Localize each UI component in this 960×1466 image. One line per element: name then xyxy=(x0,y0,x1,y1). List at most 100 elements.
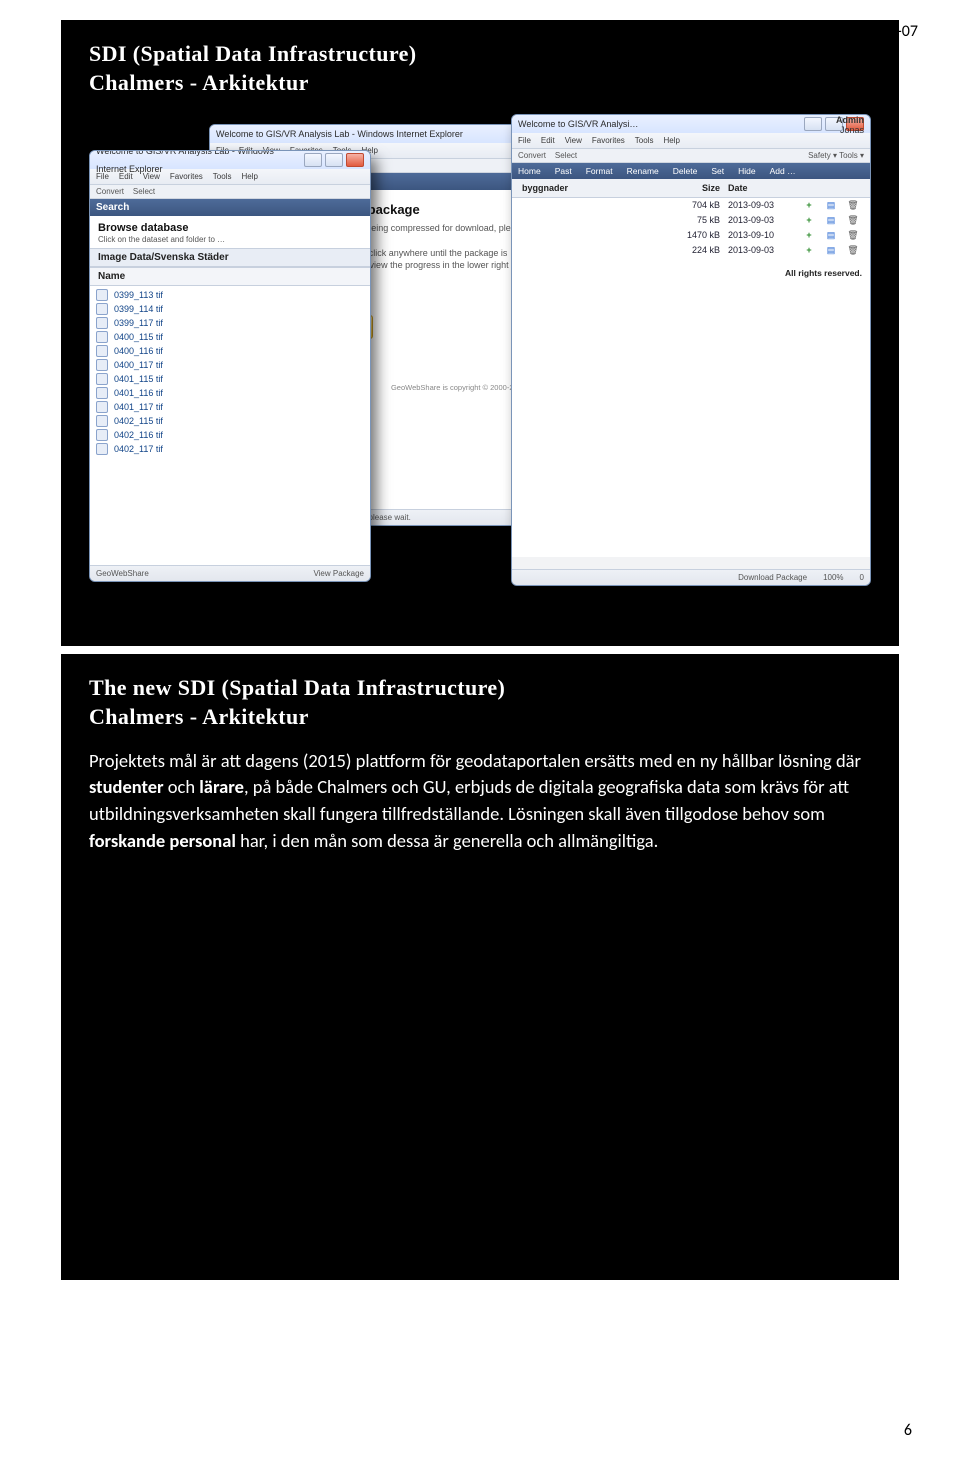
view-package-button[interactable]: View Package xyxy=(313,569,364,578)
download-package-button[interactable]: Download Package xyxy=(738,573,807,582)
file-icon xyxy=(96,429,108,441)
trash-icon[interactable]: 🗑 xyxy=(842,229,864,242)
strip-past[interactable]: Past xyxy=(555,166,572,176)
doc-icon[interactable]: ▤ xyxy=(820,229,842,242)
trash-icon[interactable]: 🗑 xyxy=(842,199,864,212)
menu-tools[interactable]: Tools xyxy=(213,172,232,181)
trash-icon[interactable]: 🗑 xyxy=(842,214,864,227)
list-item[interactable]: 0401_117 tif xyxy=(96,400,364,414)
column-name-header: Name xyxy=(90,267,370,286)
file-icon xyxy=(96,401,108,413)
slide-2: The new SDI (Spatial Data Infrastructure… xyxy=(61,654,899,1280)
zoom-level[interactable]: 100% xyxy=(823,573,843,582)
select-button[interactable]: Select xyxy=(555,151,577,160)
maximize-icon[interactable] xyxy=(325,153,343,167)
table-header: byggnader Size Date xyxy=(512,179,870,198)
convert-button[interactable]: Convert xyxy=(96,187,124,196)
convert-button[interactable]: Convert xyxy=(518,151,546,160)
count-badge: 0 xyxy=(860,573,864,582)
col-date: Date xyxy=(724,182,798,194)
ie-toolbar2: Convert Select xyxy=(90,185,370,199)
list-item[interactable]: 0400_116 tif xyxy=(96,344,364,358)
table-row[interactable]: 75 kB 2013-09-03 + ▤ 🗑 xyxy=(512,213,870,228)
file-icon xyxy=(96,415,108,427)
browse-heading: Browse database xyxy=(90,216,370,235)
slide2-title: The new SDI (Spatial Data Infrastructure… xyxy=(89,674,871,702)
file-icon xyxy=(96,289,108,301)
tab-title[interactable]: Welcome to GIS/VR Analysi… xyxy=(518,115,638,133)
ie-menubar: File Edit View Favorites Tools Help xyxy=(512,133,870,149)
minimize-icon[interactable] xyxy=(804,117,822,131)
browse-subtext: Click on the dataset and folder to … xyxy=(90,235,370,248)
minimize-icon[interactable] xyxy=(304,153,322,167)
strip-set[interactable]: Set xyxy=(711,166,724,176)
strip-delete[interactable]: Delete xyxy=(673,166,698,176)
doc-icon[interactable]: ▤ xyxy=(820,214,842,227)
slide1-title: SDI (Spatial Data Infrastructure) xyxy=(89,40,871,68)
close-icon[interactable] xyxy=(346,153,364,167)
strip-add[interactable]: Add … xyxy=(770,166,796,176)
ie-menubar: File Edit View Favorites Tools Help xyxy=(90,169,370,185)
file-icon xyxy=(96,317,108,329)
doc-icon[interactable]: ▤ xyxy=(820,244,842,257)
trash-icon[interactable]: 🗑 xyxy=(842,244,864,257)
slide2-body: Projektets mål är att dagens (2015) plat… xyxy=(89,748,869,855)
footer-geowebshare: GeoWebShare xyxy=(96,569,149,578)
strip-format[interactable]: Format xyxy=(586,166,613,176)
menu-edit[interactable]: Edit xyxy=(119,172,133,181)
menu-favorites[interactable]: Favorites xyxy=(592,136,625,145)
screenshot-area: Welcome to GIS/VR Analysis Lab - Windows… xyxy=(89,114,871,614)
browse-window: Welcome to GIS/VR Analysis Lab - Windows… xyxy=(89,150,371,582)
list-item[interactable]: 0399_113 tif xyxy=(96,288,364,302)
slide1-subtitle: Chalmers - Arkitektur xyxy=(89,70,871,96)
file-list: 0399_113 tif 0399_114 tif 0399_117 tif 0… xyxy=(90,286,370,456)
page-number: 6 xyxy=(904,1421,912,1440)
list-item[interactable]: 0400_115 tif xyxy=(96,330,364,344)
add-icon[interactable]: + xyxy=(798,244,820,256)
file-icon xyxy=(96,443,108,455)
strip-rename[interactable]: Rename xyxy=(627,166,659,176)
safety-tools[interactable]: Safety ▾ Tools ▾ xyxy=(808,151,864,160)
menu-view[interactable]: View xyxy=(143,172,160,181)
add-icon[interactable]: + xyxy=(798,214,820,226)
category-heading: Image Data/Svenska Städer xyxy=(90,248,370,267)
list-item[interactable]: 0401_115 tif xyxy=(96,372,364,386)
table-row[interactable]: 704 kB 2013-09-03 + ▤ 🗑 xyxy=(512,198,870,213)
menu-edit[interactable]: Edit xyxy=(541,136,555,145)
ie-window-title: Welcome to GIS/VR Analysis Lab - Windows… xyxy=(216,125,463,143)
file-icon xyxy=(96,345,108,357)
list-item[interactable]: 0400_117 tif xyxy=(96,358,364,372)
file-icon xyxy=(96,387,108,399)
list-item[interactable]: 0399_117 tif xyxy=(96,316,364,330)
list-item[interactable]: 0402_117 tif xyxy=(96,442,364,456)
file-icon xyxy=(96,331,108,343)
select-button[interactable]: Select xyxy=(133,187,155,196)
doc-icon[interactable]: ▤ xyxy=(820,199,842,212)
strip-home[interactable]: Home xyxy=(518,166,541,176)
menu-favorites[interactable]: Favorites xyxy=(170,172,203,181)
list-item[interactable]: 0402_116 tif xyxy=(96,428,364,442)
menu-view[interactable]: View xyxy=(565,136,582,145)
menu-tools[interactable]: Tools xyxy=(635,136,654,145)
list-item[interactable]: 0401_116 tif xyxy=(96,386,364,400)
menu-help[interactable]: Help xyxy=(663,136,679,145)
menu-help[interactable]: Help xyxy=(241,172,257,181)
strip-hide[interactable]: Hide xyxy=(738,166,755,176)
list-item[interactable]: 0402_115 tif xyxy=(96,414,364,428)
add-icon[interactable]: + xyxy=(798,229,820,241)
file-icon xyxy=(96,373,108,385)
package-window: Welcome to GIS/VR Analysi… File Edit Vie… xyxy=(511,114,871,586)
search-strip: Search xyxy=(90,199,370,216)
table-row[interactable]: 224 kB 2013-09-03 + ▤ 🗑 xyxy=(512,243,870,258)
action-strip: Home Past Format Rename Delete Set Hide … xyxy=(512,163,870,179)
slide2-subtitle: Chalmers - Arkitektur xyxy=(89,704,871,730)
list-item[interactable]: 0399_114 tif xyxy=(96,302,364,316)
menu-file[interactable]: File xyxy=(518,136,531,145)
user-badge: Admin Jonas xyxy=(836,115,864,136)
menu-file[interactable]: File xyxy=(96,172,109,181)
file-icon xyxy=(96,303,108,315)
table-row[interactable]: 1470 kB 2013-09-10 + ▤ 🗑 xyxy=(512,228,870,243)
add-icon[interactable]: + xyxy=(798,199,820,211)
file-icon xyxy=(96,359,108,371)
rights-text: All rights reserved. xyxy=(512,258,870,280)
